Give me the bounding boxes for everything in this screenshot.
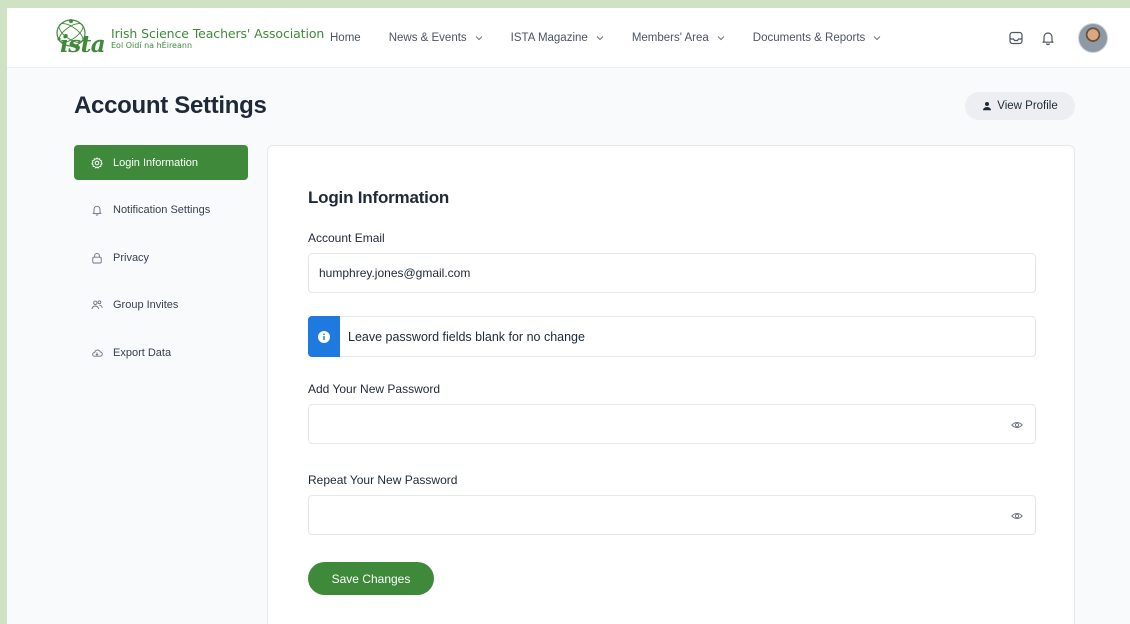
new-password-label: Add Your New Password — [308, 382, 441, 396]
sidebar-item-privacy[interactable]: Privacy — [74, 240, 248, 275]
email-value: humphrey.jones@gmail.com — [319, 266, 471, 280]
avatar[interactable] — [1078, 23, 1108, 53]
login-information-card: Login Information Account Email humphrey… — [267, 145, 1075, 624]
bell-icon — [92, 205, 102, 216]
sidebar-item-label: Login Information — [113, 156, 198, 169]
gear-icon — [91, 156, 103, 169]
settings-sidebar: Login Information Notification Settings … — [74, 145, 248, 383]
page-title: Account Settings — [74, 92, 267, 119]
notice-text: Leave password fields blank for no chang… — [348, 329, 585, 344]
sidebar-item-label: Export Data — [113, 346, 172, 359]
sidebar-item-notification-settings[interactable]: Notification Settings — [74, 193, 248, 228]
nav-label: ISTA Magazine — [510, 32, 588, 44]
chevron-down-icon — [873, 36, 881, 41]
nav-label: News & Events — [388, 32, 467, 44]
sidebar-item-label: Privacy — [113, 251, 150, 264]
eye-icon[interactable] — [1011, 510, 1023, 522]
lock-icon — [92, 252, 102, 263]
sidebar-item-label: Group Invites — [113, 299, 179, 311]
inbox-icon[interactable] — [1000, 22, 1032, 54]
nav-item-documents-reports[interactable]: Documents & Reports — [753, 32, 882, 44]
section-title: Login Information — [308, 188, 450, 207]
sidebar-item-export-data[interactable]: Export Data — [74, 335, 248, 370]
info-notice: Leave password fields blank for no chang… — [308, 316, 1036, 357]
nav-label: Home — [330, 32, 361, 44]
ista-logo-mark: ista — [49, 17, 109, 59]
view-profile-label: View Profile — [997, 100, 1058, 112]
logo-word: ista — [60, 31, 106, 58]
sidebar-item-label: Notification Settings — [113, 204, 211, 216]
users-icon — [91, 300, 103, 310]
nav-label: Documents & Reports — [752, 32, 866, 44]
eye-icon[interactable] — [1011, 419, 1023, 431]
nav-item-ista-magazine[interactable]: ISTA Magazine — [511, 32, 604, 44]
chevron-down-icon — [717, 36, 725, 41]
save-changes-button[interactable]: Save Changes — [308, 562, 434, 595]
bell-icon[interactable] — [1032, 22, 1064, 54]
top-navbar: ista Irish Science Teachers' Association… — [7, 8, 1130, 68]
nav-label: Members' Area — [631, 32, 709, 44]
header-actions — [1000, 22, 1108, 54]
main-nav: Home News & Events ISTA Magazine Members… — [330, 8, 909, 68]
nav-item-news-events[interactable]: News & Events — [389, 32, 483, 44]
repeat-password-label: Repeat Your New Password — [308, 473, 458, 487]
repeat-password-field[interactable] — [308, 495, 1036, 535]
info-icon — [308, 316, 340, 357]
nav-item-home[interactable]: Home — [330, 32, 361, 44]
email-field[interactable]: humphrey.jones@gmail.com — [308, 253, 1036, 293]
chevron-down-icon — [475, 36, 483, 41]
site-logo[interactable]: ista Irish Science Teachers' Association… — [49, 17, 324, 59]
save-changes-label: Save Changes — [331, 571, 411, 586]
logo-name: Irish Science Teachers' Association — [111, 26, 325, 41]
email-label: Account Email — [308, 231, 385, 245]
new-password-field[interactable] — [308, 404, 1036, 444]
sidebar-item-login-information[interactable]: Login Information — [74, 145, 248, 180]
cloud-icon — [92, 349, 103, 357]
view-profile-button[interactable]: View Profile — [965, 92, 1075, 120]
nav-item-members-area[interactable]: Members' Area — [632, 32, 725, 44]
chevron-down-icon — [596, 36, 604, 41]
user-icon — [983, 102, 992, 111]
app-window: ista Irish Science Teachers' Association… — [7, 8, 1130, 624]
sidebar-item-group-invites[interactable]: Group Invites — [74, 288, 248, 323]
logo-subtitle: Eol Oidí na hÉireann — [111, 41, 193, 50]
